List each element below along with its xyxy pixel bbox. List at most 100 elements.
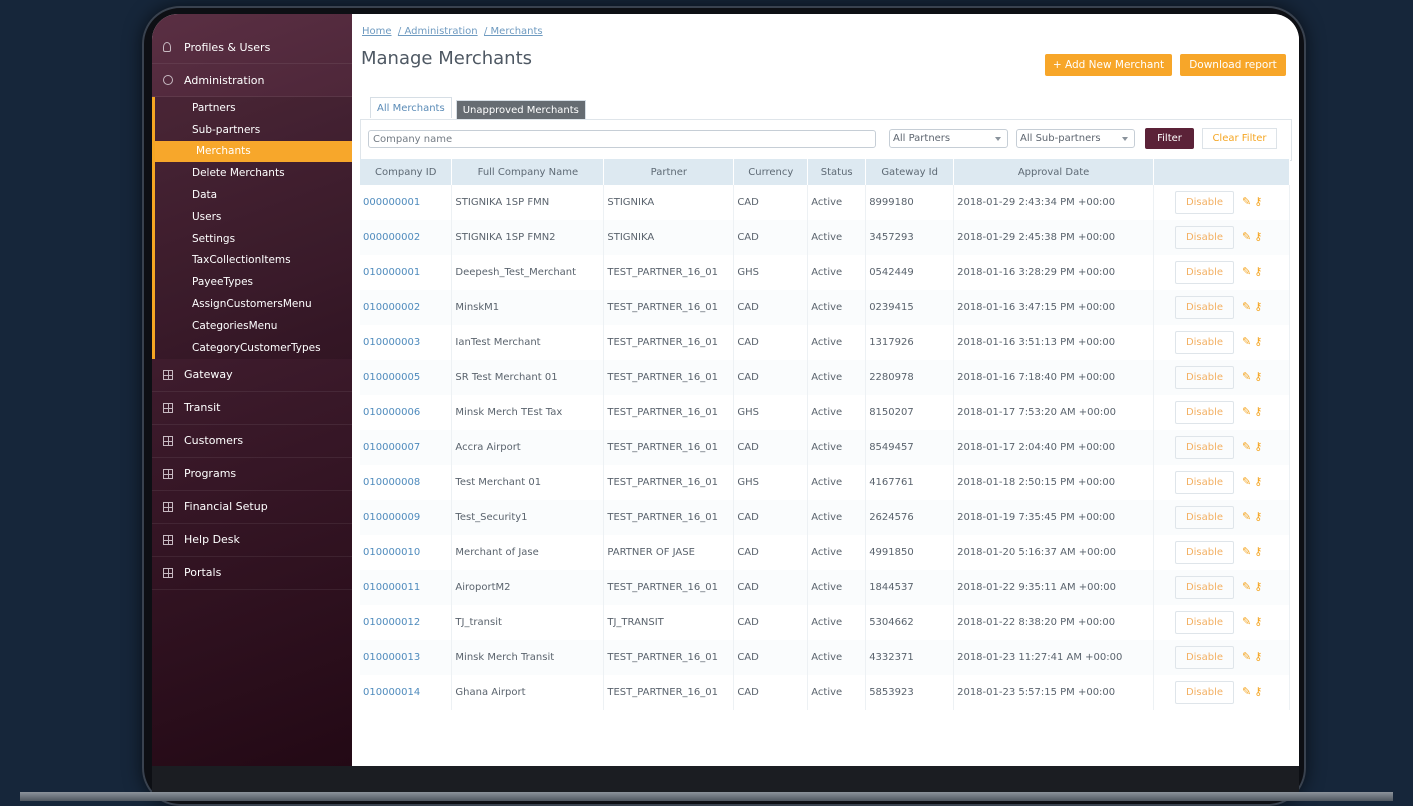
sidebar-item-portals[interactable]: Portals (152, 557, 352, 590)
subpartners-select[interactable]: All Sub-partners (1016, 129, 1135, 148)
submenu-item-taxcollectionitems[interactable]: TaxCollectionItems (155, 250, 352, 272)
add-merchant-button[interactable]: + Add New Merchant (1045, 54, 1172, 76)
company-name-input[interactable]: Company name (368, 130, 876, 148)
disable-button[interactable]: Disable (1175, 366, 1235, 389)
disable-button[interactable]: Disable (1175, 681, 1235, 704)
key-icon[interactable]: ⚷ (1254, 405, 1263, 418)
edit-pencil-icon[interactable]: ✎ (1242, 510, 1252, 523)
column-header[interactable]: Currency (733, 159, 809, 185)
company-id-link[interactable]: 000000001 (360, 185, 453, 220)
disable-button[interactable]: Disable (1175, 506, 1235, 529)
company-id-link[interactable]: 000000002 (360, 220, 453, 255)
breadcrumb-administration[interactable]: / Administration (398, 26, 478, 37)
edit-pencil-icon[interactable]: ✎ (1242, 545, 1252, 558)
edit-pencil-icon[interactable]: ✎ (1242, 650, 1252, 663)
company-id-link[interactable]: 010000013 (360, 640, 453, 675)
edit-pencil-icon[interactable]: ✎ (1242, 685, 1252, 698)
submenu-item-merchants[interactable]: Merchants (155, 140, 352, 163)
disable-button[interactable]: Disable (1175, 296, 1235, 319)
edit-pencil-icon[interactable]: ✎ (1242, 230, 1252, 243)
key-icon[interactable]: ⚷ (1254, 300, 1263, 313)
disable-button[interactable]: Disable (1175, 471, 1235, 494)
key-icon[interactable]: ⚷ (1254, 335, 1263, 348)
company-id-link[interactable]: 010000003 (360, 325, 453, 360)
key-icon[interactable]: ⚷ (1254, 230, 1263, 243)
key-icon[interactable]: ⚷ (1254, 265, 1263, 278)
sidebar-item-financial-setup[interactable]: Financial Setup (152, 491, 352, 524)
column-header[interactable]: Approval Date (953, 159, 1155, 185)
submenu-item-settings[interactable]: Settings (155, 228, 352, 250)
filter-button[interactable]: Filter (1145, 128, 1194, 149)
disable-button[interactable]: Disable (1175, 401, 1235, 424)
column-header[interactable]: Company ID (360, 159, 453, 185)
sidebar-item-help-desk[interactable]: Help Desk (152, 524, 352, 557)
column-header[interactable]: Partner (603, 159, 735, 185)
sidebar-item-administration[interactable]: Administration (152, 64, 352, 97)
column-header[interactable]: Full Company Name (451, 159, 605, 185)
disable-button[interactable]: Disable (1175, 261, 1235, 284)
partners-select[interactable]: All Partners (889, 129, 1008, 148)
key-icon[interactable]: ⚷ (1254, 475, 1263, 488)
disable-button[interactable]: Disable (1175, 191, 1235, 214)
column-header[interactable]: Status (807, 159, 867, 185)
company-id-link[interactable]: 010000010 (360, 535, 453, 570)
tab-all-merchants[interactable]: All Merchants (370, 97, 452, 118)
submenu-item-sub-partners[interactable]: Sub-partners (155, 119, 352, 141)
column-header[interactable] (1153, 159, 1290, 185)
edit-pencil-icon[interactable]: ✎ (1242, 335, 1252, 348)
disable-button[interactable]: Disable (1175, 646, 1235, 669)
key-icon[interactable]: ⚷ (1254, 650, 1263, 663)
edit-pencil-icon[interactable]: ✎ (1242, 580, 1252, 593)
company-id-link[interactable]: 010000006 (360, 395, 453, 430)
submenu-item-assigncustomersmenu[interactable]: AssignCustomersMenu (155, 293, 352, 315)
edit-pencil-icon[interactable]: ✎ (1242, 475, 1252, 488)
submenu-item-categorycustomertypes[interactable]: CategoryCustomerTypes (155, 337, 352, 359)
edit-pencil-icon[interactable]: ✎ (1242, 370, 1252, 383)
breadcrumb-merchants[interactable]: / Merchants (484, 26, 543, 37)
clear-filter-button[interactable]: Clear Filter (1202, 128, 1277, 149)
disable-button[interactable]: Disable (1175, 541, 1235, 564)
download-report-button[interactable]: Download report (1180, 54, 1286, 76)
company-id-link[interactable]: 010000011 (360, 570, 453, 605)
company-id-link[interactable]: 010000002 (360, 290, 453, 325)
key-icon[interactable]: ⚷ (1254, 685, 1263, 698)
edit-pencil-icon[interactable]: ✎ (1242, 615, 1252, 628)
sidebar-item-customers[interactable]: Customers (152, 425, 352, 458)
disable-button[interactable]: Disable (1175, 226, 1235, 249)
submenu-item-data[interactable]: Data (155, 184, 352, 206)
edit-pencil-icon[interactable]: ✎ (1242, 195, 1252, 208)
key-icon[interactable]: ⚷ (1254, 545, 1263, 558)
disable-button[interactable]: Disable (1175, 436, 1235, 459)
edit-pencil-icon[interactable]: ✎ (1242, 300, 1252, 313)
breadcrumb-home[interactable]: Home (362, 26, 392, 37)
key-icon[interactable]: ⚷ (1254, 195, 1263, 208)
company-id-link[interactable]: 010000009 (360, 500, 453, 535)
tab-unapproved-merchants[interactable]: Unapproved Merchants (455, 100, 586, 119)
key-icon[interactable]: ⚷ (1254, 370, 1263, 383)
disable-button[interactable]: Disable (1175, 576, 1235, 599)
key-icon[interactable]: ⚷ (1254, 615, 1263, 628)
company-id-link[interactable]: 010000014 (360, 675, 453, 710)
sidebar-item-programs[interactable]: Programs (152, 458, 352, 491)
submenu-item-delete-merchants[interactable]: Delete Merchants (155, 162, 352, 184)
company-id-link[interactable]: 010000007 (360, 430, 453, 465)
submenu-item-categoriesmenu[interactable]: CategoriesMenu (155, 315, 352, 337)
edit-pencil-icon[interactable]: ✎ (1242, 405, 1252, 418)
company-id-link[interactable]: 010000005 (360, 360, 453, 395)
company-id-link[interactable]: 010000012 (360, 605, 453, 640)
submenu-item-users[interactable]: Users (155, 206, 352, 228)
disable-button[interactable]: Disable (1175, 611, 1235, 634)
submenu-item-partners[interactable]: Partners (155, 97, 352, 119)
key-icon[interactable]: ⚷ (1254, 440, 1263, 453)
submenu-item-payeetypes[interactable]: PayeeTypes (155, 271, 352, 293)
edit-pencil-icon[interactable]: ✎ (1242, 440, 1252, 453)
key-icon[interactable]: ⚷ (1254, 510, 1263, 523)
disable-button[interactable]: Disable (1175, 331, 1235, 354)
sidebar-item-profiles-users[interactable]: Profiles & Users (152, 31, 352, 64)
column-header[interactable]: Gateway Id (865, 159, 955, 185)
edit-pencil-icon[interactable]: ✎ (1242, 265, 1252, 278)
sidebar-item-gateway[interactable]: Gateway (152, 359, 352, 392)
company-id-link[interactable]: 010000008 (360, 465, 453, 500)
company-id-link[interactable]: 010000001 (360, 255, 453, 290)
key-icon[interactable]: ⚷ (1254, 580, 1263, 593)
